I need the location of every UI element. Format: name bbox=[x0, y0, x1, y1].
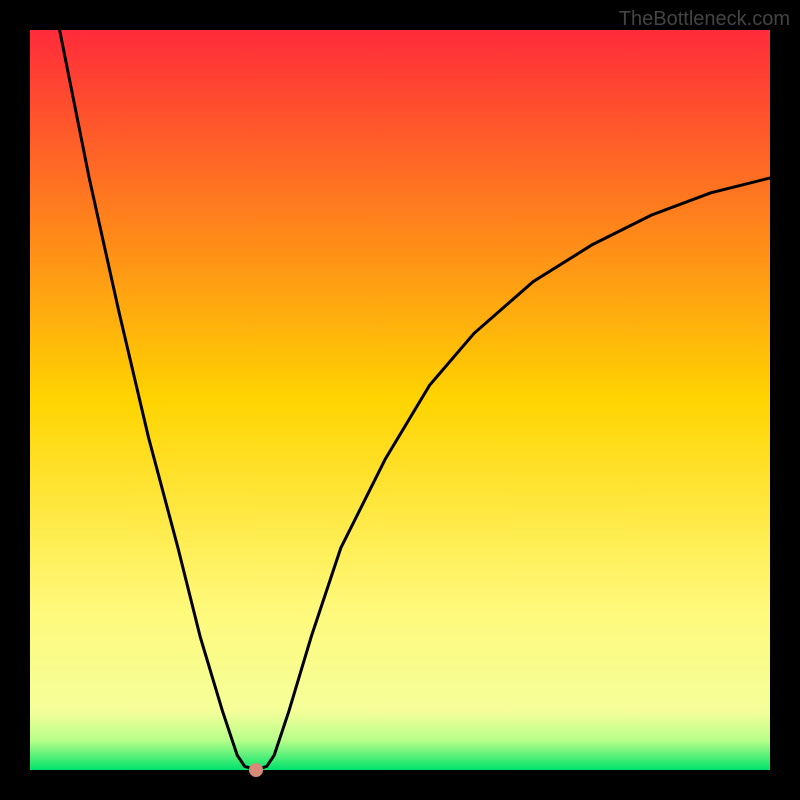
chart-svg bbox=[30, 30, 770, 770]
watermark-text: TheBottleneck.com bbox=[619, 8, 790, 31]
chart-container: TheBottleneck.com bbox=[0, 0, 800, 800]
plot-area bbox=[30, 30, 770, 770]
optimal-point-marker bbox=[249, 763, 263, 777]
